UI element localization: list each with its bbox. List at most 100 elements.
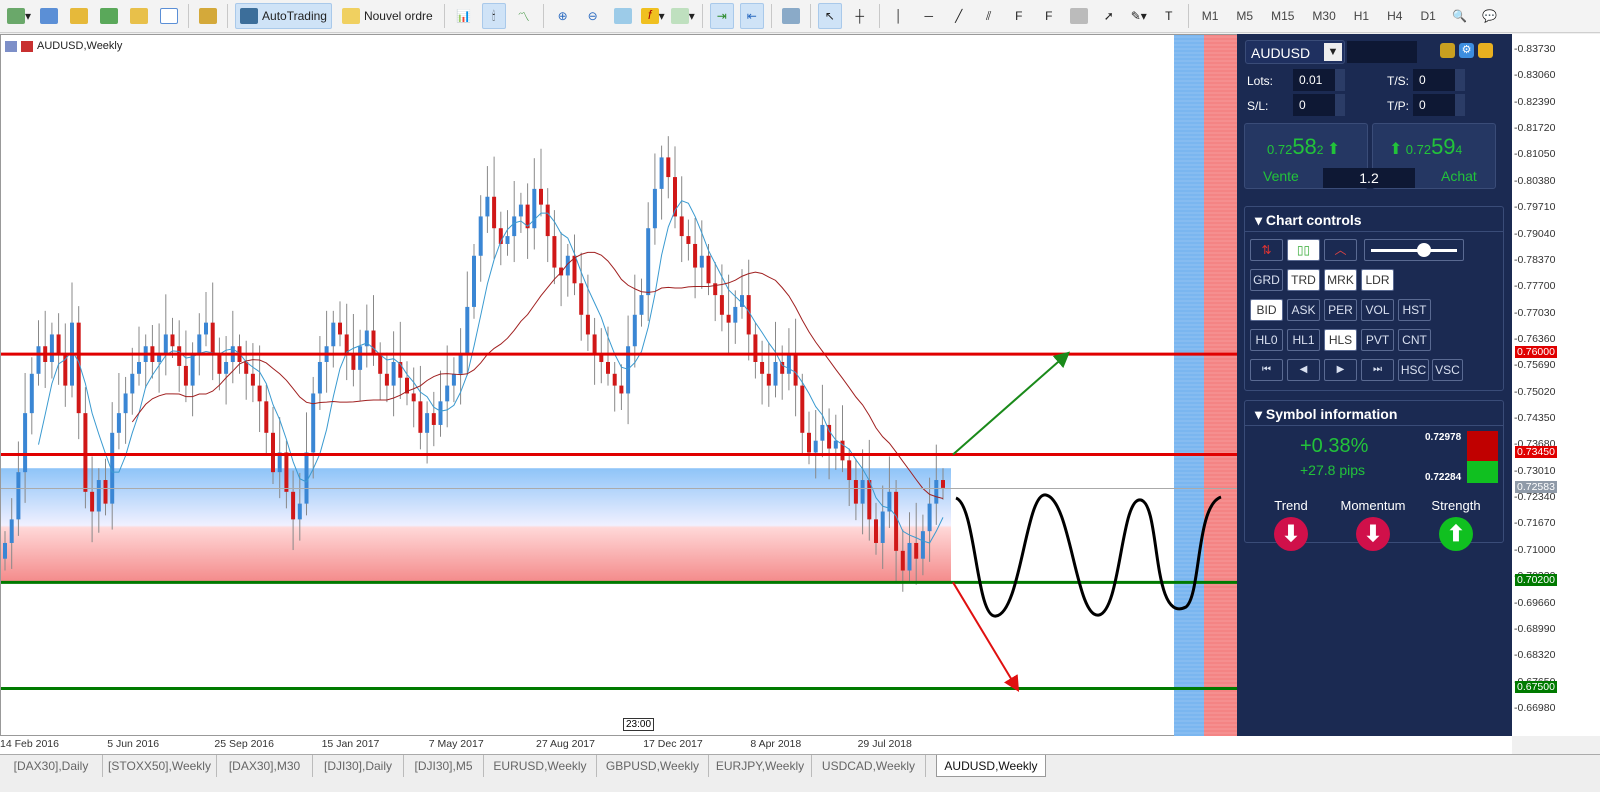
text-tool-icon[interactable]: T [1157, 3, 1181, 29]
timeframe-m30[interactable]: M30 [1312, 9, 1335, 23]
control-hls-button[interactable]: HLS [1324, 329, 1357, 351]
templates-icon[interactable]: ▾ [670, 3, 695, 29]
nav-first-button[interactable]: ⏮ [1250, 359, 1283, 381]
chart-tab[interactable]: GBPUSD,Weekly [597, 755, 709, 777]
control-vol-button[interactable]: VOL [1361, 299, 1394, 321]
nav-next-button[interactable]: ▶ [1324, 359, 1357, 381]
arrow-tool-icon[interactable]: ➚ [1097, 3, 1121, 29]
candle-mode-button[interactable]: ▯▯ [1287, 239, 1320, 261]
zoom-in-icon[interactable]: ⊕ [551, 3, 575, 29]
control-cnt-button[interactable]: CNT [1398, 329, 1431, 351]
candlestick-chart-icon[interactable]: 🕯 [481, 3, 506, 29]
control-mrk-button[interactable]: MRK [1324, 269, 1357, 291]
cursor-icon[interactable]: ↖ [817, 3, 842, 29]
fibonacci-grid-icon[interactable]: F [1037, 3, 1061, 29]
trailing-stop-input[interactable]: 0 [1413, 69, 1455, 91]
nav-prev-button[interactable]: ◀ [1287, 359, 1320, 381]
chat-icon[interactable]: 💬 [1478, 3, 1502, 29]
control-hsc-button[interactable]: HSC [1398, 359, 1429, 381]
rectangle-icon[interactable] [1067, 3, 1091, 29]
save-chart-icon[interactable] [779, 3, 803, 29]
control-ask-button[interactable]: ASK [1287, 299, 1320, 321]
chart-tab[interactable]: [STOXX50],Weekly [103, 755, 217, 777]
terminal-button[interactable] [157, 3, 181, 29]
timeframe-m15[interactable]: M15 [1271, 9, 1294, 23]
market-watch-button[interactable] [67, 3, 91, 29]
settings-icon[interactable]: ⚙ [1459, 43, 1474, 58]
date-label: 14 Feb 2016 [0, 738, 59, 750]
auto-scroll-icon[interactable]: ⇤ [739, 3, 764, 29]
candle-body [297, 503, 302, 520]
control-hl1-button[interactable]: HL1 [1287, 329, 1320, 351]
control-hst-button[interactable]: HST [1398, 299, 1431, 321]
copy-icon[interactable] [1440, 43, 1455, 58]
time-axis[interactable]: 14 Feb 2016 5 Jun 2016 25 Sep 2016 15 Jan 2… [0, 736, 1512, 754]
chart-tab[interactable]: USDCAD,Weekly [812, 755, 926, 777]
candle-body [445, 385, 450, 402]
navigator-button[interactable] [97, 3, 121, 29]
stop-loss-input[interactable]: 0 [1293, 94, 1335, 116]
control-trd-button[interactable]: TRD [1287, 269, 1320, 291]
lots-input[interactable]: 0.01 [1293, 69, 1335, 91]
trailing-stop-stepper[interactable] [1455, 69, 1465, 91]
timeframe-h4[interactable]: H4 [1387, 9, 1402, 23]
trendline-icon[interactable]: ╱ [947, 3, 971, 29]
take-profit-input[interactable]: 0 [1413, 94, 1455, 116]
indicators-icon[interactable]: f ▾ [640, 3, 665, 29]
shapes-icon[interactable]: ✎▾ [1127, 3, 1151, 29]
timeframe-m5[interactable]: M5 [1236, 9, 1253, 23]
timeframe-h1[interactable]: H1 [1354, 9, 1369, 23]
control-ldr-button[interactable]: LDR [1361, 269, 1394, 291]
line-mode-button[interactable]: ︿ [1324, 239, 1357, 261]
chart-controls-section: ▾ Chart controls ⇅ ▯▯ ︿ GRD TRD MRK LDR BID A… [1244, 206, 1504, 391]
chevron-down-icon[interactable]: ▼ [1324, 43, 1342, 61]
control-per-button[interactable]: PER [1324, 299, 1357, 321]
price-axis[interactable]: -0.83730 -0.83060 -0.82390 -0.81720 -0.81050… [1512, 34, 1600, 736]
take-profit-stepper[interactable] [1455, 94, 1465, 116]
line-chart-icon[interactable]: 〽 [512, 3, 536, 29]
symbol-info-toggle[interactable]: ▾ Symbol information [1255, 406, 1397, 423]
autotrading-button[interactable]: AutoTrading [235, 3, 332, 29]
nav-last-button[interactable]: ⏭ [1361, 359, 1394, 381]
layout-icon[interactable] [1478, 43, 1493, 58]
timeframe-d1[interactable]: D1 [1420, 9, 1435, 23]
chart-tab[interactable]: [DJI30],Daily [313, 755, 404, 777]
symbol-select[interactable]: AUDUSD ▼ [1245, 40, 1345, 64]
equidistant-channel-icon[interactable]: ⫽ [977, 3, 1001, 29]
symbol-search-input[interactable] [1347, 41, 1417, 63]
zoom-slider[interactable] [1364, 239, 1464, 261]
chart-tab[interactable]: [DAX30],M30 [217, 755, 313, 777]
candle-body [478, 216, 483, 256]
control-pvt-button[interactable]: PVT [1361, 329, 1394, 351]
lots-stepper[interactable] [1335, 69, 1345, 91]
horizontal-line-icon[interactable]: ─ [917, 3, 941, 29]
crosshair-icon[interactable]: ┼ [848, 3, 872, 29]
new-chart-button[interactable]: ▾ [7, 3, 31, 29]
candle-body [451, 373, 456, 386]
bar-chart-icon[interactable]: 📊 [452, 3, 476, 29]
tile-windows-icon[interactable] [611, 3, 635, 29]
control-hl0-button[interactable]: HL0 [1250, 329, 1283, 351]
control-bid-button[interactable]: BID [1250, 299, 1283, 321]
folders-button[interactable] [127, 3, 151, 29]
new-order-button[interactable]: Nouvel ordre [338, 3, 437, 29]
chart-tab[interactable]: [DAX30],Daily [0, 755, 103, 777]
chart-shift-icon[interactable]: ⇥ [709, 3, 734, 29]
data-window-button[interactable] [37, 3, 61, 29]
chart-controls-toggle[interactable]: ▾ Chart controls [1255, 212, 1362, 229]
search-icon[interactable]: 🔍 [1448, 3, 1472, 29]
fibonacci-icon[interactable]: F [1007, 3, 1031, 29]
strategy-tester-button[interactable] [196, 3, 220, 29]
stop-loss-stepper[interactable] [1335, 94, 1345, 116]
chart-tab[interactable]: AUDUSD,Weekly [936, 755, 1046, 777]
timeframe-m1[interactable]: M1 [1202, 9, 1219, 23]
chart-tab[interactable]: EURUSD,Weekly [484, 755, 597, 777]
zoom-out-icon[interactable]: ⊖ [581, 3, 605, 29]
control-vsc-button[interactable]: VSC [1432, 359, 1463, 381]
chart-tab[interactable]: [DJI30],M5 [404, 755, 484, 777]
vertical-line-icon[interactable]: │ [887, 3, 911, 29]
candle-body [183, 365, 188, 386]
control-grd-button[interactable]: GRD [1250, 269, 1283, 291]
chart-tab[interactable]: EURJPY,Weekly [709, 755, 812, 777]
bar-mode-button[interactable]: ⇅ [1250, 239, 1283, 261]
